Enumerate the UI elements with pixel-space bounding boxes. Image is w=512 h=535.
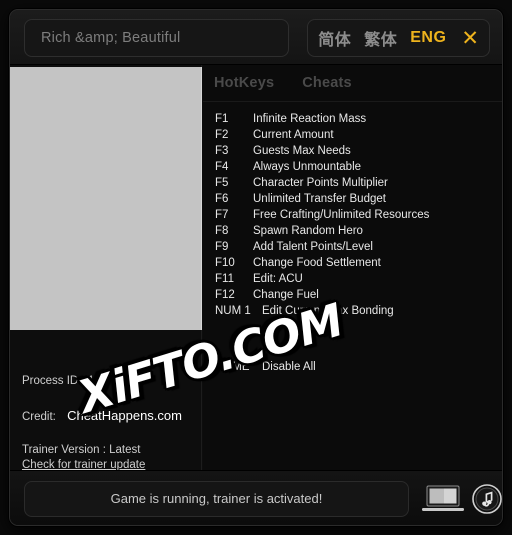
hotkey-key: F11: [215, 273, 234, 285]
hotkey-row[interactable]: HOME Disable All: [215, 361, 502, 377]
hotkey-description: Edit: ACU: [253, 273, 303, 285]
hotkey-row[interactable]: F5 Character Points Multiplier: [215, 177, 502, 193]
hotkey-description: Unlimited Transfer Budget: [253, 193, 386, 205]
hotkey-description: Current Amount: [253, 129, 334, 141]
hotkey-key: F3: [215, 145, 229, 157]
hotkey-key: F7: [215, 209, 229, 221]
trainer-version: Trainer Version : Latest: [22, 444, 141, 456]
game-title-input[interactable]: Rich &amp; Beautiful: [24, 19, 289, 57]
music-note-icon[interactable]: [472, 484, 502, 514]
hotkey-row[interactable]: F8 Spawn Random Hero: [215, 225, 502, 241]
hotkey-key: NUM 1: [215, 305, 251, 317]
hotkey-row[interactable]: F1 Infinite Reaction Mass: [215, 113, 502, 129]
hotkey-description: Disable All: [262, 361, 316, 373]
hotkey-key: HOME: [215, 361, 250, 373]
title-bar: Rich &amp; Beautiful 简体 繁体 ENG ✕: [10, 10, 502, 65]
hotkey-row[interactable]: F9 Add Talent Points/Level: [215, 241, 502, 257]
hotkey-description: Spawn Random Hero: [253, 225, 363, 237]
hotkey-row[interactable]: F11 Edit: ACU: [215, 273, 502, 289]
hotkey-row[interactable]: F4 Always Unmountable: [215, 161, 502, 177]
language-selector: 简体 繁体 ENG ✕: [307, 19, 490, 57]
tab-cheats[interactable]: Cheats: [302, 75, 352, 91]
status-bar: Game is running, trainer is activated!: [10, 470, 502, 525]
hotkey-key: F10: [215, 257, 235, 269]
credit-label: Credit:: [22, 411, 56, 423]
process-id-row: Process ID : 12: [22, 375, 202, 387]
hotkey-key: F8: [215, 225, 229, 237]
process-id-label: Process ID :: [22, 375, 85, 387]
lang-option-english[interactable]: ENG: [410, 29, 446, 47]
hotkey-list: F1 Infinite Reaction Mass F2 Current Amount…: [203, 113, 502, 377]
info-block: Process ID : 12 Credit: CheatHappens.com…: [22, 375, 202, 471]
left-panel: Process ID : 12 Credit: CheatHappens.com…: [10, 65, 202, 472]
hotkey-row[interactable]: F2 Current Amount: [215, 129, 502, 145]
hotkey-description: Free Crafting/Unlimited Resources: [253, 209, 430, 221]
lang-option-traditional[interactable]: 繁体: [364, 26, 397, 50]
lang-option-simplified[interactable]: 简体: [318, 26, 351, 50]
hotkey-key: F2: [215, 129, 229, 141]
hotkey-key: F9: [215, 241, 229, 253]
close-icon[interactable]: ✕: [461, 27, 479, 49]
status-message: Game is running, trainer is activated!: [24, 481, 409, 517]
hotkey-key: F5: [215, 177, 229, 189]
right-panel: HotKeys Cheats F1 Infinite Reaction Mass F…: [203, 65, 502, 472]
hotkey-row[interactable]: F10 Change Food Settlement: [215, 257, 502, 273]
hotkey-row[interactable]: F6 Unlimited Transfer Budget: [215, 193, 502, 209]
laptop-icon[interactable]: [422, 485, 464, 513]
hotkey-key: F1: [215, 113, 229, 125]
hotkey-row[interactable]: NUM 1 Edit Current/Max Bonding: [215, 305, 502, 321]
hotkey-description: Change Fuel: [253, 289, 319, 301]
hotkey-description: Always Unmountable: [253, 161, 362, 173]
hotkey-key: F12: [215, 289, 235, 301]
hotkey-description: Edit Current/Max Bonding: [262, 305, 394, 317]
hotkey-row[interactable]: [215, 321, 502, 361]
tab-bar: HotKeys Cheats: [203, 65, 502, 102]
hotkey-description: Guests Max Needs: [253, 145, 351, 157]
hotkey-key: F6: [215, 193, 229, 205]
hotkey-description: Character Points Multiplier: [253, 177, 388, 189]
hotkey-row[interactable]: F12 Change Fuel: [215, 289, 502, 305]
game-cover-image: [10, 67, 202, 330]
hotkey-description: Change Food Settlement: [253, 257, 381, 269]
trainer-window: Rich &amp; Beautiful 简体 繁体 ENG ✕ Process…: [9, 9, 503, 526]
process-id-value: 12: [87, 375, 101, 387]
hotkey-row[interactable]: F3 Guests Max Needs: [215, 145, 502, 161]
credit-value: CheatHappens.com: [67, 408, 182, 423]
hotkey-row[interactable]: F7 Free Crafting/Unlimited Resources: [215, 209, 502, 225]
hotkey-description: Add Talent Points/Level: [253, 241, 373, 253]
credit-row: Credit: CheatHappens.com: [22, 408, 202, 423]
hotkey-key: F4: [215, 161, 229, 173]
tab-hotkeys[interactable]: HotKeys: [214, 75, 274, 91]
hotkey-description: Infinite Reaction Mass: [253, 113, 367, 125]
main-body: Process ID : 12 Credit: CheatHappens.com…: [10, 65, 502, 472]
